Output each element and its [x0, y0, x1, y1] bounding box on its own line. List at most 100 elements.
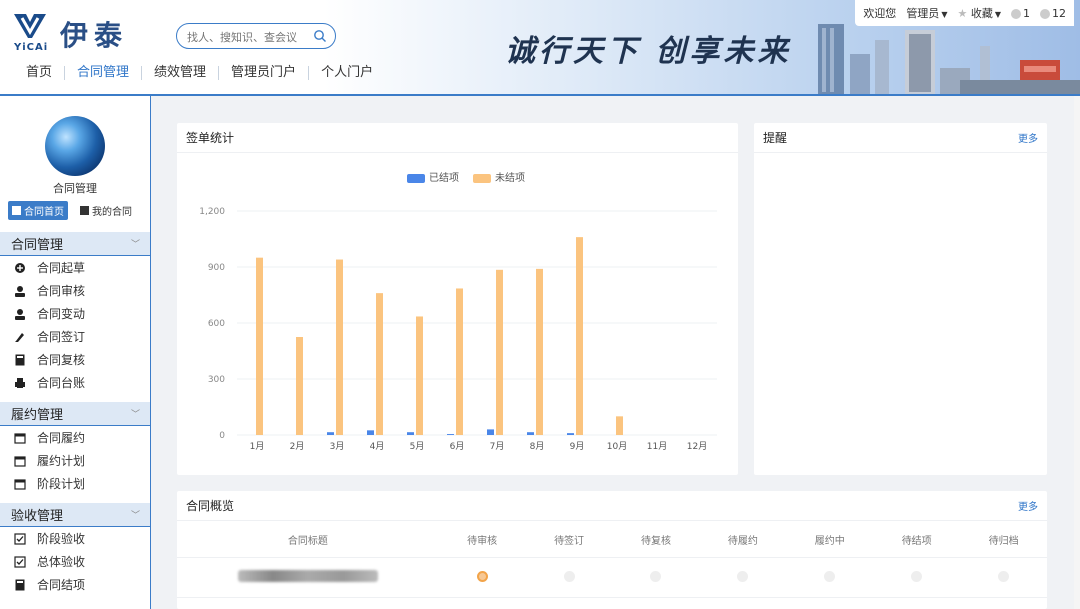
- overview-table: 合同标题 待审核 待签订 待复核 待履约 履约中 待结项 待归档: [177, 522, 1047, 598]
- status-dot: [650, 570, 662, 582]
- sidebar-title: 合同管理: [53, 182, 97, 195]
- sidebar-item-ledger[interactable]: 合同台账: [0, 371, 150, 394]
- y-tick-label: 0: [219, 431, 225, 441]
- panel-title: 提醒: [763, 131, 788, 145]
- column-header: 待签订: [554, 536, 585, 547]
- company-logo[interactable]: YiCAi 伊泰: [12, 12, 142, 56]
- group-label: 验收管理: [11, 509, 64, 524]
- item-label: 合同起草: [37, 261, 86, 275]
- sidebar-item-fulfillment-plan[interactable]: 履约计划: [0, 449, 150, 472]
- status-cell: [439, 570, 526, 585]
- sidebar-item-closeout[interactable]: 合同结项: [0, 573, 150, 596]
- sidebar-group-header[interactable]: 验收管理 ﹀: [0, 503, 150, 527]
- group-label: 合同管理: [11, 238, 64, 253]
- status-cell: [960, 570, 1047, 585]
- caret-down-icon: ▼: [994, 10, 1001, 19]
- bar-closed: [407, 432, 414, 435]
- sidebar-item-fulfillment[interactable]: 合同履约: [0, 426, 150, 449]
- nav-admin-portal[interactable]: 管理员门户: [219, 66, 310, 80]
- bar-open: [296, 337, 303, 435]
- sidebar-item-change[interactable]: 合同变动: [0, 302, 150, 325]
- x-tick-label: 5月: [410, 441, 425, 452]
- sidebar-group-header[interactable]: 履约管理 ﹀: [0, 402, 150, 426]
- bar-closed: [367, 430, 374, 435]
- bar-open: [336, 259, 343, 435]
- bar-closed: [567, 433, 574, 435]
- bar-open: [536, 268, 543, 435]
- slogan: 诚行天下 创享未来: [505, 34, 792, 69]
- column-header: 合同标题: [287, 536, 328, 547]
- logo-mark-icon: [14, 14, 46, 38]
- main-nav: 首页 合同管理 绩效管理 管理员门户 个人门户: [14, 66, 385, 80]
- search-box[interactable]: [176, 23, 336, 49]
- page-scrollbar[interactable]: [1074, 96, 1080, 609]
- user-icon: [14, 308, 26, 320]
- welcome-text: 欢迎您: [863, 7, 897, 20]
- chevron-down-icon: ﹀: [130, 240, 140, 250]
- nav-performance-management[interactable]: 绩效管理: [142, 66, 220, 80]
- notice-indicator[interactable]: 1: [1011, 7, 1030, 20]
- panel-header: 合同概览 更多: [177, 491, 1047, 521]
- more-link[interactable]: 更多: [1018, 130, 1038, 145]
- message-indicator[interactable]: 12: [1040, 7, 1066, 20]
- y-tick-label: 300: [208, 375, 225, 385]
- x-tick-label: 12月: [687, 441, 707, 452]
- sidebar-item-sign[interactable]: 合同签订: [0, 325, 150, 348]
- sidebar-item-recheck[interactable]: 合同复核: [0, 348, 150, 371]
- table-row[interactable]: [177, 558, 1047, 598]
- item-label: 阶段验收: [37, 532, 86, 546]
- bar-closed: [527, 432, 534, 435]
- status-dot: [824, 570, 836, 582]
- quick-label: 我的合同: [92, 207, 132, 218]
- calculator-icon: [14, 354, 26, 366]
- bar-closed: [327, 432, 334, 435]
- status-current-dot: [476, 570, 488, 582]
- quick-contract-home[interactable]: 合同首页: [8, 201, 68, 220]
- user-menu[interactable]: 管理员 ▼: [906, 5, 947, 21]
- sidebar-item-stage-acceptance[interactable]: 阶段验收: [0, 527, 150, 550]
- calendar-icon: [14, 478, 26, 490]
- x-tick-label: 11月: [647, 441, 667, 452]
- pen-icon: [14, 331, 26, 343]
- nav-home[interactable]: 首页: [14, 66, 66, 80]
- quick-label: 合同首页: [24, 207, 64, 218]
- notice-count: 1: [1023, 6, 1030, 20]
- checkbox-icon: [14, 532, 26, 545]
- bar-open: [576, 237, 583, 435]
- sidebar-group-header[interactable]: 合同管理 ﹀: [0, 232, 150, 256]
- y-tick-label: 600: [208, 319, 225, 329]
- chevron-down-icon: ﹀: [130, 511, 140, 521]
- column-header: 待归档: [988, 536, 1019, 547]
- sidebar-group-acceptance: 验收管理 ﹀ 阶段验收 总体验收 合同结项: [0, 503, 150, 596]
- plus-circle-icon: [14, 262, 26, 274]
- x-tick-label: 1月: [250, 441, 265, 452]
- favorites-menu[interactable]: ★ 收藏 ▼: [957, 5, 1001, 21]
- user-icon: [14, 285, 26, 297]
- sidebar-item-review[interactable]: 合同审核: [0, 279, 150, 302]
- document-icon: [80, 206, 89, 215]
- item-label: 合同审核: [37, 284, 86, 298]
- x-tick-label: 8月: [530, 441, 545, 452]
- item-label: 合同履约: [37, 431, 86, 445]
- contract-title-cell[interactable]: [177, 570, 439, 585]
- sidebar: 合同管理 合同首页 我的合同 合同管理 ﹀ 合同起草 合同审核 合同变动 合同签订…: [0, 96, 151, 609]
- printer-icon: [14, 377, 26, 389]
- logo-latin: YiCAi: [14, 42, 49, 53]
- more-link[interactable]: 更多: [1018, 498, 1038, 513]
- calendar-icon: [14, 432, 26, 444]
- search-input[interactable]: [187, 28, 307, 46]
- y-tick-label: 1,200: [199, 207, 225, 217]
- user-toolbar: 欢迎您 管理员 ▼ ★ 收藏 ▼ 1 12: [855, 0, 1074, 26]
- redacted-title: [237, 570, 378, 582]
- quick-my-contracts[interactable]: 我的合同: [76, 201, 136, 220]
- sidebar-item-stage-plan[interactable]: 阶段计划: [0, 472, 150, 495]
- nav-personal-portal[interactable]: 个人门户: [309, 66, 385, 80]
- nav-contract-management[interactable]: 合同管理: [65, 66, 143, 80]
- search-icon[interactable]: [313, 29, 327, 43]
- sidebar-item-draft[interactable]: 合同起草: [0, 256, 150, 279]
- sidebar-item-overall-acceptance[interactable]: 总体验收: [0, 550, 150, 573]
- x-tick-label: 10月: [607, 441, 627, 452]
- status-dot: [911, 570, 923, 582]
- item-label: 合同变动: [37, 307, 86, 321]
- status-cell: [786, 570, 873, 585]
